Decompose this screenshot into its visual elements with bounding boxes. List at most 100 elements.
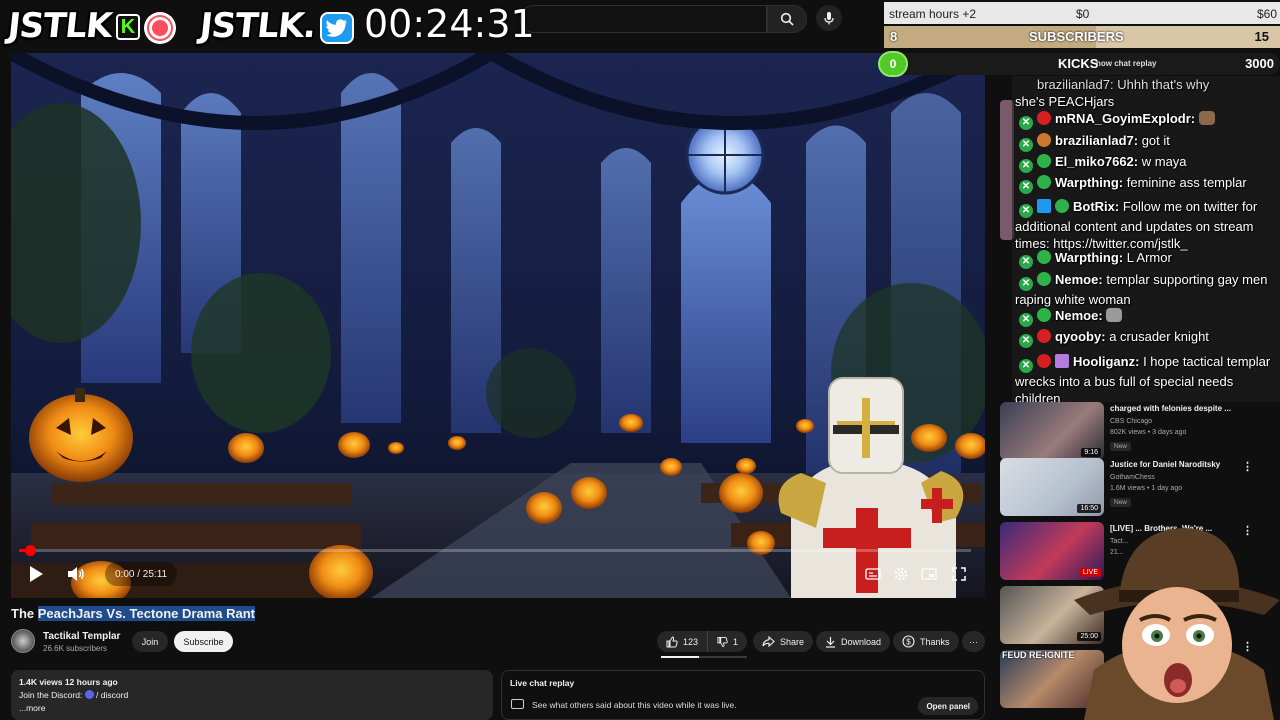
description-box[interactable]: 1.4K views 12 hours ago Join the Discord… xyxy=(11,670,493,720)
microphone-icon xyxy=(824,12,834,25)
thumbs-down-icon xyxy=(717,636,728,647)
rec-channel[interactable]: CBS Chicago xyxy=(1110,418,1152,425)
download-button[interactable]: Download xyxy=(816,631,891,652)
delete-icon[interactable]: ✕ xyxy=(1019,359,1033,373)
chat-message: ✕ brazilianlad7: got it xyxy=(1015,132,1277,152)
chat-message: ✕ Warpthing: L Armor xyxy=(1015,249,1277,269)
chat-text: a crusader knight xyxy=(1109,329,1209,344)
user-badge-icon xyxy=(1037,354,1051,368)
donation-target: $60 xyxy=(1256,7,1277,21)
stream-brand-twitter: JSTLK. xyxy=(198,6,317,46)
captions-icon xyxy=(865,568,881,580)
share-button[interactable]: Share xyxy=(753,631,814,652)
chat-message: ✕ Nemoe: templar supporting gay men rapin… xyxy=(1015,271,1277,308)
thanks-button[interactable]: $ Thanks xyxy=(893,631,959,652)
record-icon xyxy=(144,12,176,44)
user-badge-icon xyxy=(1037,154,1051,168)
kicks-current: 0 xyxy=(878,51,908,77)
video-player[interactable]: 0:00 / 25:11 xyxy=(11,53,985,598)
search-button[interactable] xyxy=(767,5,807,33)
delete-icon[interactable]: ✕ xyxy=(1019,116,1033,130)
chat-text: I hope tactical templar wrecks into a bu… xyxy=(1015,354,1271,402)
user-badge-icon xyxy=(1037,133,1051,147)
volume-button[interactable] xyxy=(61,562,91,586)
delete-icon[interactable]: ✕ xyxy=(1019,255,1033,269)
delete-icon[interactable]: ✕ xyxy=(1019,313,1033,327)
delete-icon[interactable]: ✕ xyxy=(1019,180,1033,194)
kick-logo-icon: K xyxy=(116,14,140,40)
stream-brand-kick: JSTLK xyxy=(5,6,114,46)
fullscreen-icon xyxy=(952,567,966,581)
stream-goals-overlay: stream hours +2 $0 $60 8 SUBSCRIBERS 15 … xyxy=(878,0,1280,80)
play-button[interactable] xyxy=(21,562,51,586)
chat-username: Warpthing: xyxy=(1055,250,1124,265)
time-display: 0:00 / 25:11 xyxy=(105,562,178,586)
channel-name[interactable]: Tactikal Templar xyxy=(43,631,120,642)
delete-icon[interactable]: ✕ xyxy=(1019,138,1033,152)
miniplayer-button[interactable] xyxy=(917,562,941,586)
kicks-goal-label: KICKS xyxy=(1058,56,1099,71)
subscriber-current: 8 xyxy=(890,29,898,44)
subscriber-goal-label: SUBSCRIBERS xyxy=(1029,29,1124,44)
rec-channel[interactable]: GothamChess xyxy=(1110,474,1155,481)
rec-title[interactable]: Justice for Daniel Naroditsky xyxy=(1110,460,1240,469)
progress-bar[interactable] xyxy=(19,545,971,556)
settings-button[interactable] xyxy=(889,562,913,586)
emote-icon xyxy=(1198,111,1215,125)
rec-item[interactable]: 9:16 charged with felonies despite ... C… xyxy=(1000,402,1280,462)
thumbs-up-icon xyxy=(666,636,678,647)
download-label: Download xyxy=(841,636,882,647)
rec-item[interactable]: 16:50 Justice for Daniel Naroditsky Goth… xyxy=(1000,458,1280,518)
chat-message: ✕ Warpthing: feminine ass templar xyxy=(1015,174,1277,194)
search-input[interactable] xyxy=(520,5,767,33)
delete-icon[interactable]: ✕ xyxy=(1019,159,1033,173)
show-more-link[interactable]: ...more xyxy=(19,703,485,713)
rec-thumbnail[interactable]: 16:50 xyxy=(1000,458,1104,516)
thanks-label: Thanks xyxy=(920,636,950,647)
view-stats: 1.4K views 12 hours ago xyxy=(19,677,118,687)
captions-button[interactable] xyxy=(861,562,885,586)
chat-text: feminine ass templar xyxy=(1126,175,1247,190)
voice-search-button[interactable] xyxy=(816,5,842,31)
fullscreen-button[interactable] xyxy=(947,562,971,586)
discord-link[interactable]: / discord xyxy=(96,690,128,700)
video-title-selected: PeachJars Vs. Tectone Drama Rant xyxy=(37,606,255,621)
user-badge-icon xyxy=(1037,329,1051,343)
kicks-underlay-text: now chat replay xyxy=(1096,59,1157,68)
chat-username: Hooliganz: xyxy=(1073,354,1140,369)
rec-title[interactable]: charged with felonies despite ... xyxy=(1110,404,1240,413)
share-label: Share xyxy=(780,636,805,647)
more-actions-button[interactable]: ··· xyxy=(962,631,985,652)
user-badge-icon xyxy=(1037,111,1051,125)
more-icon: ··· xyxy=(969,636,978,647)
delete-icon[interactable]: ✕ xyxy=(1019,334,1033,348)
rec-menu-button[interactable]: ⋮ xyxy=(1242,460,1253,473)
download-icon xyxy=(826,636,835,648)
chat-username: Nemoe: xyxy=(1055,308,1103,323)
user-badge-icon xyxy=(1037,272,1051,286)
delete-icon[interactable]: ✕ xyxy=(1019,277,1033,291)
chat-text: got it xyxy=(1141,133,1170,148)
description-line: Join the Discord: / discord xyxy=(19,690,485,700)
rec-meta: 802K views • 3 days ago xyxy=(1110,429,1187,436)
live-chat-description: See what others said about this video wh… xyxy=(532,700,737,710)
dislike-count: 1 xyxy=(732,636,738,647)
donation-goal-label: stream hours +2 xyxy=(889,7,977,21)
stream-timer: 00:24:31 xyxy=(364,2,535,46)
gift-badge-icon xyxy=(1055,354,1069,368)
open-panel-button[interactable]: Open panel xyxy=(918,697,978,715)
chat-username: qyooby: xyxy=(1055,329,1106,344)
channel-avatar[interactable] xyxy=(11,629,35,653)
live-chat-replay-box: Live chat replay See what others said ab… xyxy=(501,670,985,720)
chat-message: ✕ qyooby: a crusader knight xyxy=(1015,328,1277,348)
subscriber-target: 15 xyxy=(1254,29,1269,44)
bot-badge-icon xyxy=(1037,199,1051,213)
like-button[interactable]: 123 xyxy=(657,631,707,652)
dislike-button[interactable]: 1 xyxy=(707,631,747,652)
delete-icon[interactable]: ✕ xyxy=(1019,204,1033,218)
subscribe-button[interactable]: Subscribe xyxy=(174,631,233,652)
rec-thumbnail[interactable]: 9:16 xyxy=(1000,402,1104,460)
join-button[interactable]: Join xyxy=(132,631,168,652)
search-icon xyxy=(780,12,794,26)
chat-message: ✕ Hooliganz: I hope tactical templar wrec… xyxy=(1015,353,1277,402)
